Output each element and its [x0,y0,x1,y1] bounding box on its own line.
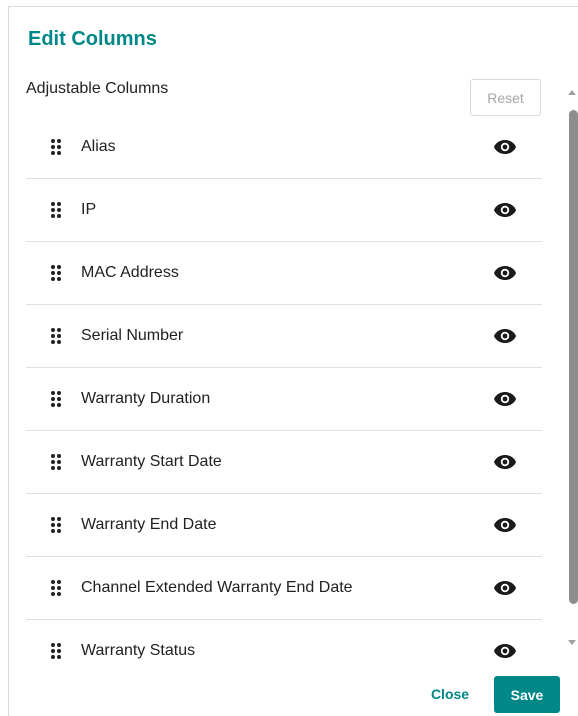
columns-list: Alias IP MAC Address Serial Number Warranty … [26,116,542,660]
column-label: Warranty End Date [81,516,217,533]
column-row[interactable]: MAC Address [26,242,542,305]
close-button[interactable]: Close [420,676,480,712]
columns-list-viewport[interactable]: Alias IP MAC Address Serial Number Warranty … [26,116,542,660]
eye-icon[interactable] [492,134,518,160]
eye-icon[interactable] [492,386,518,412]
drag-handle-icon[interactable] [46,578,66,598]
scroll-up-arrow-icon[interactable] [568,90,576,95]
column-label: MAC Address [81,264,179,281]
drag-handle-icon[interactable] [46,641,66,660]
drag-handle-icon[interactable] [46,200,66,220]
eye-icon[interactable] [492,638,518,660]
column-label: IP [81,201,97,218]
scroll-down-arrow-icon[interactable] [568,640,576,645]
eye-icon[interactable] [492,260,518,286]
eye-icon[interactable] [492,449,518,475]
column-row[interactable]: Serial Number [26,305,542,368]
eye-icon[interactable] [492,197,518,223]
column-row[interactable]: Warranty End Date [26,494,542,557]
column-label: Serial Number [81,327,184,344]
eye-icon[interactable] [492,323,518,349]
save-button[interactable]: Save [494,676,560,713]
drag-handle-icon[interactable] [46,515,66,535]
adjustable-columns-label: Adjustable Columns [26,80,169,97]
column-label: Channel Extended Warranty End Date [81,579,353,596]
drag-handle-icon[interactable] [46,137,66,157]
scrollbar-thumb[interactable] [569,110,578,604]
column-label: Warranty Start Date [81,453,222,470]
drag-handle-icon[interactable] [46,263,66,283]
drag-handle-icon[interactable] [46,389,66,409]
drag-handle-icon[interactable] [46,326,66,346]
column-label: Warranty Status [81,642,196,659]
scrollbar[interactable] [566,80,578,660]
eye-icon[interactable] [492,575,518,601]
column-label: Alias [81,138,116,155]
column-row[interactable]: Channel Extended Warranty End Date [26,557,542,620]
reset-button[interactable]: Reset [470,79,541,116]
column-row[interactable]: Alias [26,116,542,179]
drag-handle-icon[interactable] [46,452,66,472]
column-row[interactable]: IP [26,179,542,242]
eye-icon[interactable] [492,512,518,538]
dialog-title: Edit Columns [28,28,157,50]
column-label: Warranty Duration [81,390,211,407]
column-row[interactable]: Warranty Status [26,620,542,660]
column-row[interactable]: Warranty Start Date [26,431,542,494]
column-row[interactable]: Warranty Duration [26,368,542,431]
